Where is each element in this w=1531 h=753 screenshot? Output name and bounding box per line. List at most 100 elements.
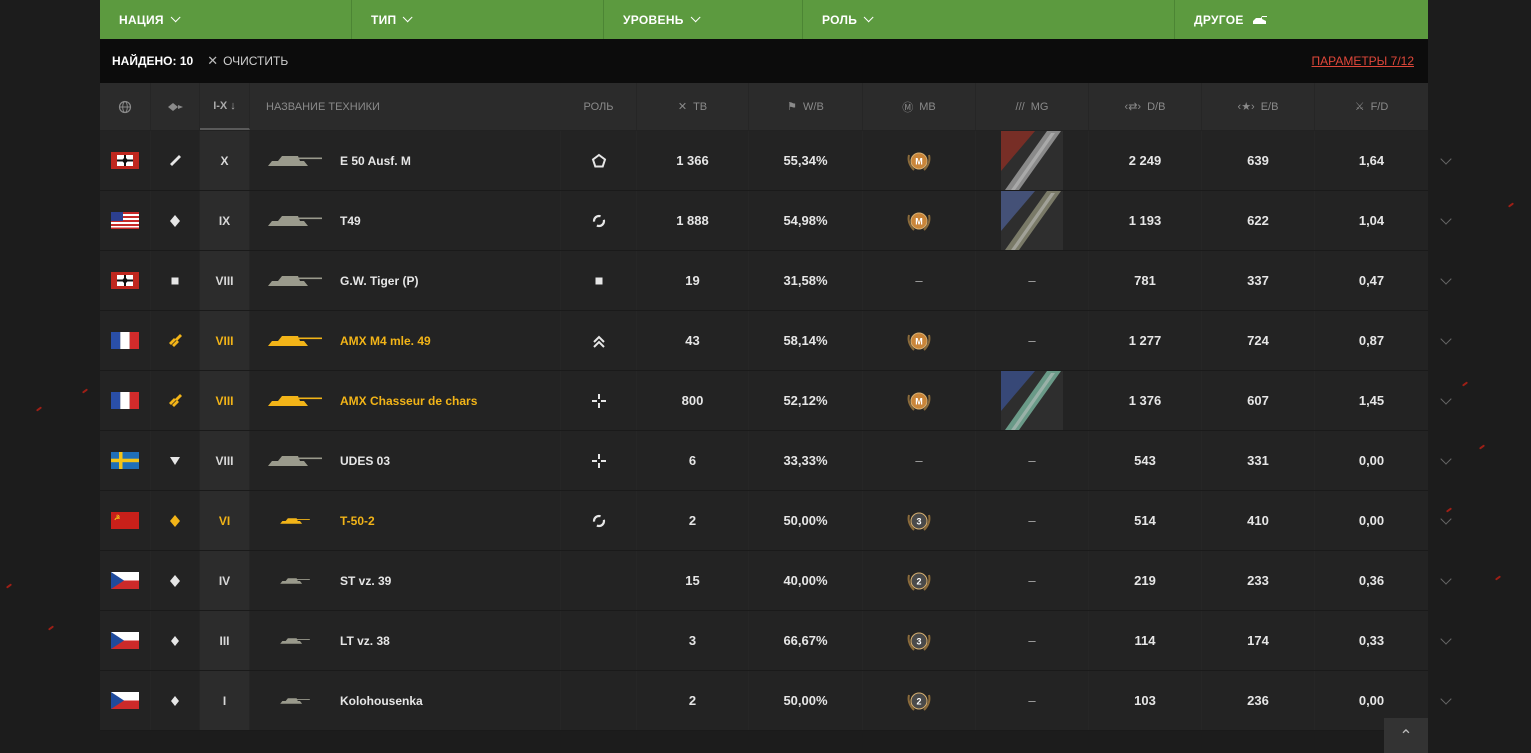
table-row[interactable]: I Kolohousenka 2 50,00% 2–103 236 0,00 [100,671,1452,731]
table-row[interactable]: ☭ VI T-50-2 2 50,00% 3 – 514 410 0,00 [100,491,1452,551]
results-bar: НАЙДЕНО: 10 ✕ ОЧИСТИТЬ ПАРАМЕТРЫ 7/12 [100,39,1428,83]
chevron-down-icon[interactable] [1440,453,1452,465]
table-row[interactable]: VIII G.W. Tiger (P) 19 31,58% – – 781 337 0,47 [100,251,1452,311]
tank-image [268,155,322,166]
filter-role[interactable]: РОЛЬ [803,0,1175,39]
empty-value: – [1028,573,1036,588]
tank-image [280,697,310,704]
experience-cell: 724 [1202,311,1315,370]
mastery-cell: 2 [863,671,976,730]
tank-image-cell [250,491,340,550]
clear-button[interactable]: ✕ ОЧИСТИТЬ [207,53,288,69]
table-row[interactable]: III LT vz. 38 3 66,67% 3–114 174 0,33 [100,611,1452,671]
nation-cell [100,251,151,310]
tank-name[interactable]: Kolohousenka [340,671,561,730]
filter-nation[interactable]: НАЦИЯ [100,0,352,39]
chevron-down-icon[interactable] [1440,393,1452,405]
chevron-down-icon[interactable] [1440,573,1452,585]
tank-name[interactable]: UDES 03 [340,431,561,490]
empty-value: – [1028,273,1036,288]
header-level[interactable]: I-X ↓ [200,83,250,130]
chevron-down-icon[interactable] [1440,213,1452,225]
tank-name[interactable]: G.W. Tiger (P) [340,251,561,310]
table-row[interactable]: IX T49 1 888 54,98% M 1 193 622 1,04 [100,191,1452,251]
mastery-cell: M [863,131,976,190]
winrate-cell: 58,14% [749,311,863,370]
scroll-top-button[interactable]: ⌃ [1384,718,1428,753]
tank-image-cell [250,311,340,370]
winrate-cell: 50,00% [749,491,863,550]
header-role[interactable]: РОЛЬ [561,83,637,130]
nation-cell [100,131,151,190]
table-row[interactable]: IV ST vz. 39 15 40,00% 2 – 219 233 0,36 [100,551,1452,611]
marks-of-excellence-image [1001,191,1063,250]
filter-other[interactable]: ДРУГОЕ [1175,0,1428,39]
tank-name[interactable]: ST vz. 39 [340,551,561,610]
mastery-badge-icon: 2 [907,572,931,591]
table-body: X E 50 Ausf. M 1 366 55,34% M 2 249 639 1,64 IX T… [100,131,1452,731]
params-link[interactable]: ПАРАМЕТРЫ 7/12 [1312,54,1414,68]
tank-name[interactable]: E 50 Ausf. M [340,131,561,190]
winrate-cell: 50,00% [749,671,863,730]
table-row[interactable]: VIII AMX Chasseur de chars 800 52,12% M 1 376… [100,371,1452,431]
chevron-down-icon[interactable] [1440,153,1452,165]
mastery-cell: M [863,311,976,370]
damage-icon: ‹⇄› [1124,101,1142,113]
winrate-cell: 52,12% [749,371,863,430]
battles-cell: 1 888 [637,191,749,250]
header-db[interactable]: ‹⇄› D/B [1089,83,1202,130]
tank-type-spg-icon [171,277,179,284]
type-cell [151,311,200,370]
experience-cell: 236 [1202,671,1315,730]
header-wb-label: W/B [803,100,824,113]
role-double-chevron-icon [592,335,605,348]
marks-cell [976,191,1089,250]
filter-role-label: РОЛЬ [822,12,858,27]
header-fd[interactable]: ⚔ F/D [1315,83,1428,130]
table-row[interactable]: VIII AMX M4 mle. 49 43 58,14% M – 1 277 724 0,87 [100,311,1452,371]
role-crosshair-icon [591,453,606,468]
experience-cell: 639 [1202,131,1315,190]
tank-name[interactable]: AMX M4 mle. 49 [340,311,561,370]
filter-level[interactable]: УРОВЕНЬ [604,0,803,39]
header-eb[interactable]: ‹★› E/B [1202,83,1315,130]
winrate-cell: 54,98% [749,191,863,250]
empty-value: – [915,273,923,288]
battles-cell: 43 [637,311,749,370]
header-name[interactable]: НАЗВАНИЕ ТЕХНИКИ [250,83,561,130]
header-mg[interactable]: /// MG [976,83,1089,130]
header-type[interactable] [151,83,200,130]
chevron-down-icon[interactable] [1440,693,1452,705]
tank-name[interactable]: T-50-2 [340,491,561,550]
table-row[interactable]: X E 50 Ausf. M 1 366 55,34% M 2 249 639 1,64 [100,131,1452,191]
chevron-down-icon[interactable] [1440,513,1452,525]
header-mg-label: MG [1030,100,1049,113]
header-nation[interactable] [100,83,151,130]
tank-name[interactable]: AMX Chasseur de chars [340,371,561,430]
chevron-down-icon [690,12,701,23]
nation-cell [100,671,151,730]
damage-cell: 219 [1089,551,1202,610]
level-cell: III [200,611,250,670]
header-wb[interactable]: ⚑ W/B [749,83,863,130]
header-tb[interactable]: ✕ ТВ [637,83,749,130]
table-row[interactable]: VIII UDES 03 6 33,33% – – 543 331 0,00 [100,431,1452,491]
winrate-cell: 33,33% [749,431,863,490]
chevron-down-icon[interactable] [1440,273,1452,285]
marks-of-excellence-image [1001,131,1063,190]
filter-type[interactable]: ТИП [352,0,604,39]
chevron-down-icon[interactable] [1440,633,1452,645]
chevron-down-icon [863,12,874,23]
experience-cell: 607 [1202,371,1315,430]
header-tb-label: ТВ [693,100,708,113]
chevron-down-icon[interactable] [1440,333,1452,345]
marks-cell: – [976,551,1089,610]
role-cell [561,431,637,490]
empty-value: – [1028,693,1036,708]
level-cell: IX [200,191,250,250]
tank-name[interactable]: T49 [340,191,561,250]
role-cell [561,191,637,250]
tank-name[interactable]: LT vz. 38 [340,611,561,670]
header-mb[interactable]: Ⓜ MB [863,83,976,130]
svg-text:M: M [915,156,923,166]
